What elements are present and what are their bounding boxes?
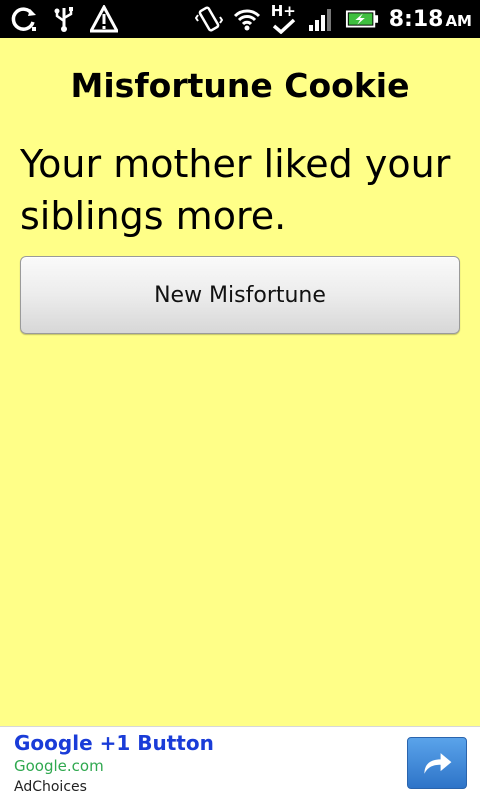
status-bar-right: H+ 8:18 AM [194, 2, 472, 35]
ad-choices-link[interactable]: AdChoices [14, 779, 87, 795]
ad-headline[interactable]: Google +1 Button [14, 731, 214, 755]
new-misfortune-button[interactable]: New Misfortune [20, 256, 460, 334]
app-title: Misfortune Cookie [70, 66, 410, 105]
wifi-icon [233, 9, 260, 31]
vibrate-icon [194, 6, 223, 32]
ad-url[interactable]: Google.com [14, 757, 104, 775]
sync-icon [11, 7, 36, 31]
clock-time: 8:18 [388, 6, 444, 32]
battery-charging-icon [345, 10, 378, 28]
network-type-icon: H+ [271, 2, 297, 34]
share-arrow-icon [424, 753, 452, 774]
clock-ampm: AM [445, 11, 472, 30]
clock: 8:18 AM [389, 7, 472, 32]
status-bar: H+ 8:18 AM [0, 0, 480, 38]
checkmark-icon [272, 18, 295, 34]
status-bar-left [10, 5, 118, 33]
signal-icon [308, 9, 331, 31]
warning-icon [90, 5, 118, 33]
usb-icon [54, 7, 73, 32]
fortune-text: Your mother liked your siblings more. [20, 142, 451, 238]
ad-share-button[interactable] [407, 737, 467, 789]
